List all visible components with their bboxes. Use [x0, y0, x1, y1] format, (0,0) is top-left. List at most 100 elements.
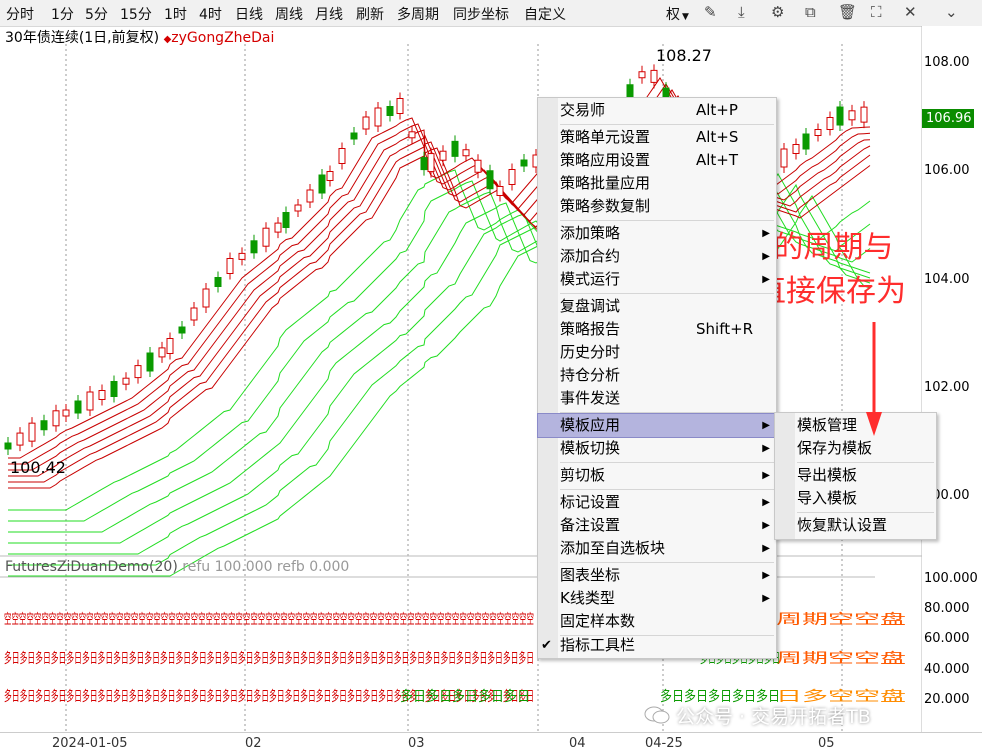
- candle-body: [496, 186, 504, 196]
- menu-shortcut: Shift+R: [696, 320, 754, 338]
- candle-body: [792, 144, 800, 154]
- pen-icon[interactable]: ✎: [704, 3, 717, 21]
- candle-body: [98, 390, 106, 400]
- menu-item-note-settings[interactable]: 备注设置 ▶: [558, 514, 776, 537]
- gear-icon[interactable]: ⚙: [771, 3, 784, 21]
- candle-body: [508, 169, 516, 185]
- period-tab-1min[interactable]: 1分: [51, 4, 74, 24]
- indicator-label[interactable]: zyGongZheDai: [171, 30, 274, 46]
- period-tab-monthly[interactable]: 月线: [315, 4, 343, 24]
- custom-button[interactable]: 自定义: [524, 4, 566, 24]
- period-tab-5min[interactable]: 5分: [85, 4, 108, 24]
- menu-item-replay-debug[interactable]: 复盘调试: [558, 295, 776, 318]
- candle-body: [650, 69, 658, 83]
- menu-item-strategy-batch-apply[interactable]: 策略批量应用: [558, 172, 776, 195]
- copy-icon[interactable]: ⧉: [805, 3, 816, 21]
- chart-title: 30年债连续(1日,前复权) ◆zyGongZheDai: [5, 27, 274, 47]
- trash-icon[interactable]: 🗑: [838, 3, 857, 21]
- multi-period-button[interactable]: 多周期: [397, 4, 439, 24]
- period-tab-15min[interactable]: 15分: [120, 4, 152, 24]
- candle-body: [4, 442, 12, 450]
- x-tick: 04: [569, 736, 586, 751]
- period-tab-4h[interactable]: 4时: [199, 4, 222, 24]
- candle-body: [408, 131, 416, 139]
- menu-item-template-apply[interactable]: 模板应用 ▶: [537, 413, 777, 438]
- period-tab-1h[interactable]: 1时: [164, 4, 187, 24]
- time-axis[interactable]: 2024-01-05 02 03 04 04-25 05: [0, 732, 982, 753]
- sync-axis-button[interactable]: 同步坐标: [453, 4, 509, 24]
- menu-item-history-intraday[interactable]: 历史分时: [558, 341, 776, 364]
- price-axis[interactable]: 108.00 106.00 104.00 102.00 100.00 100.0…: [922, 26, 982, 732]
- submenu-item-restore-default[interactable]: 恢复默认设置: [795, 514, 936, 537]
- menu-item-mode-run[interactable]: 模式运行 ▶: [558, 268, 776, 291]
- menu-item-strategy-report[interactable]: 策略报告 Shift+R: [558, 318, 776, 341]
- submenu-item-import-template[interactable]: 导入模板: [795, 487, 936, 510]
- candle-body: [294, 204, 302, 212]
- menu-item-add-contract[interactable]: 添加合约 ▶: [558, 245, 776, 268]
- submenu-arrow-icon: ▶: [762, 543, 770, 554]
- menu-gutter: [538, 98, 558, 658]
- high-price-label: 108.27: [656, 46, 712, 65]
- checkmark-icon: ✔: [541, 638, 552, 653]
- candle-body: [326, 171, 334, 181]
- x-tick: 05: [818, 736, 835, 751]
- candle-body: [451, 140, 459, 157]
- watermark-text: 公众号 · 交易开拓者TB: [676, 706, 871, 728]
- close-icon[interactable]: ✕: [904, 3, 917, 21]
- menu-item-trader[interactable]: 交易师 Alt+P: [558, 99, 776, 122]
- menu-separator: [560, 124, 774, 125]
- menu-item-chart-axis[interactable]: 图表坐标 ▶: [558, 564, 776, 587]
- x-tick: 03: [408, 736, 425, 751]
- menu-item-template-switch[interactable]: 模板切换 ▶: [558, 437, 776, 460]
- candle-body: [16, 432, 24, 446]
- menu-item-indicator-toolbar[interactable]: 指标工具栏: [558, 634, 776, 657]
- menu-separator: [560, 489, 774, 490]
- rights-dropdown[interactable]: 权 ▼: [666, 4, 689, 24]
- menu-item-position-analysis[interactable]: 持仓分析: [558, 364, 776, 387]
- candle-body: [439, 150, 447, 161]
- submenu-arrow-icon: ▶: [762, 274, 770, 285]
- kline-chart[interactable]: 空空空空空空空空空空空空空空空空空空空空空空空空空空空空空空空空空空空空空空空空…: [0, 26, 922, 732]
- chevron-down-icon[interactable]: ⌄: [945, 3, 958, 21]
- candle-body: [780, 148, 788, 168]
- submenu-arrow-icon: ▶: [762, 470, 770, 481]
- subchart-title: FuturesZiDuanDemo(20) refu 100.000 refb …: [5, 559, 349, 575]
- y-tick: 104.00: [924, 272, 970, 287]
- candle-body: [178, 326, 186, 334]
- menu-item-label: 复盘调试: [560, 297, 621, 315]
- menu-item-label: 策略批量应用: [560, 174, 651, 192]
- candle-body: [190, 307, 198, 321]
- template-submenu: 模板管理 保存为模板 导出模板 导入模板 恢复默认设置: [774, 412, 937, 540]
- candle-body: [146, 352, 154, 372]
- download-icon[interactable]: ⤓: [738, 3, 745, 21]
- menu-item-mark-settings[interactable]: 标记设置 ▶: [558, 491, 776, 514]
- menu-item-label: 策略应用设置: [560, 151, 651, 169]
- fullscreen-icon[interactable]: ⛶: [871, 3, 882, 21]
- menu-item-kline-type[interactable]: K线类型 ▶: [558, 587, 776, 610]
- wechat-icon: [644, 706, 670, 724]
- subchart-name[interactable]: FuturesZiDuanDemo(20): [5, 559, 178, 575]
- menu-item-strategy-param-copy[interactable]: 策略参数复制: [558, 195, 776, 218]
- period-tab-fenshi[interactable]: 分时: [6, 4, 34, 24]
- menu-item-add-strategy[interactable]: 添加策略 ▶: [558, 222, 776, 245]
- candle-body: [836, 106, 844, 126]
- menu-item-label: 添加合约: [560, 247, 621, 265]
- menu-item-add-to-watchlist[interactable]: 添加至自选板块 ▶: [558, 537, 776, 560]
- period-tab-weekly[interactable]: 周线: [275, 4, 303, 24]
- candle-body: [386, 106, 394, 116]
- menu-separator: [560, 562, 774, 563]
- menu-item-strategy-unit-settings[interactable]: 策略单元设置 Alt+S: [558, 126, 776, 149]
- y-tick: 102.00: [924, 380, 970, 395]
- period-tab-daily[interactable]: 日线: [235, 4, 263, 24]
- subchart-values: refu 100.000 refb 0.000: [182, 559, 350, 575]
- menu-item-fixed-sample-count[interactable]: 固定样本数: [558, 610, 776, 633]
- candle-body: [318, 174, 326, 194]
- menu-item-clipboard[interactable]: 剪切板 ▶: [558, 464, 776, 487]
- refresh-button[interactable]: 刷新: [356, 4, 384, 24]
- menu-item-strategy-apply-settings[interactable]: 策略应用设置 Alt+T: [558, 149, 776, 172]
- submenu-item-export-template[interactable]: 导出模板: [795, 464, 936, 487]
- menu-item-label: 策略报告: [560, 320, 621, 338]
- submenu-arrow-icon: ▶: [762, 570, 770, 581]
- menu-item-event-send[interactable]: 事件发送: [558, 387, 776, 410]
- submenu-item-save-as-template[interactable]: 保存为模板: [795, 437, 936, 460]
